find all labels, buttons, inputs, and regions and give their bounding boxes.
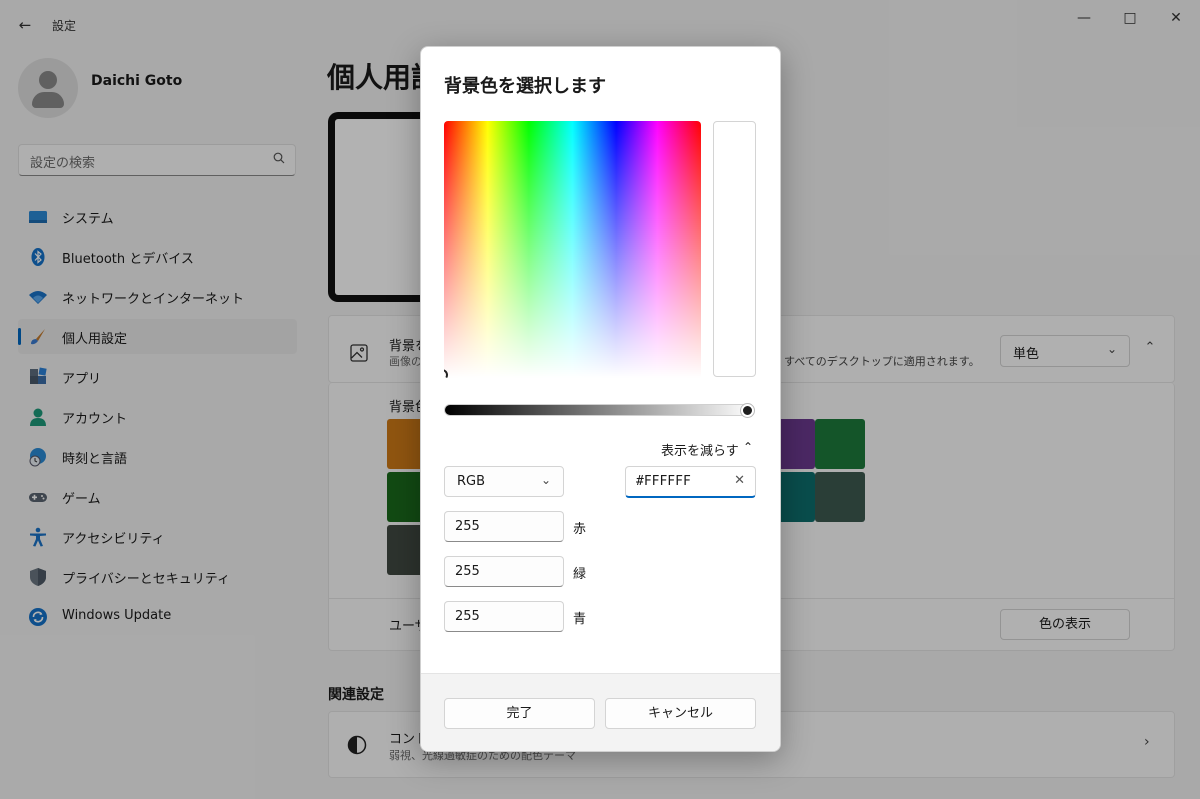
cancel-button[interactable]: キャンセル	[605, 698, 756, 729]
color-model-dropdown[interactable]: RGB ⌄	[444, 466, 564, 497]
done-button[interactable]: 完了	[444, 698, 595, 729]
dialog-title: 背景色を選択します	[444, 76, 606, 97]
chevron-down-icon: ⌄	[540, 473, 551, 487]
blue-label: 青	[573, 612, 587, 627]
blue-input[interactable]: 255	[444, 601, 564, 632]
chevron-up-icon[interactable]: ⌃	[743, 440, 753, 454]
green-label: 緑	[573, 567, 587, 582]
green-input[interactable]: 255	[444, 556, 564, 587]
slider-thumb[interactable]	[741, 404, 754, 417]
red-value: 255	[455, 519, 480, 534]
show-less-toggle[interactable]: 表示を減らす	[661, 440, 739, 459]
value-slider[interactable]	[444, 404, 754, 416]
color-model-value: RGB	[457, 474, 486, 489]
dialog-footer: 完了 キャンセル	[421, 673, 780, 751]
red-label: 赤	[573, 522, 587, 537]
hex-value: #FFFFFF	[636, 474, 691, 489]
color-picker-dialog: 背景色を選択します 表示を減らす ⌃ RGB ⌄ #FFFFFF ✕ 255 赤…	[420, 46, 781, 752]
color-spectrum[interactable]	[444, 121, 701, 378]
clear-icon[interactable]: ✕	[734, 473, 745, 488]
selected-color-preview	[713, 121, 756, 377]
blue-value: 255	[455, 609, 480, 624]
red-input[interactable]: 255	[444, 511, 564, 542]
green-value: 255	[455, 564, 480, 579]
hex-input[interactable]: #FFFFFF ✕	[625, 466, 756, 498]
spectrum-cursor[interactable]	[444, 369, 448, 378]
